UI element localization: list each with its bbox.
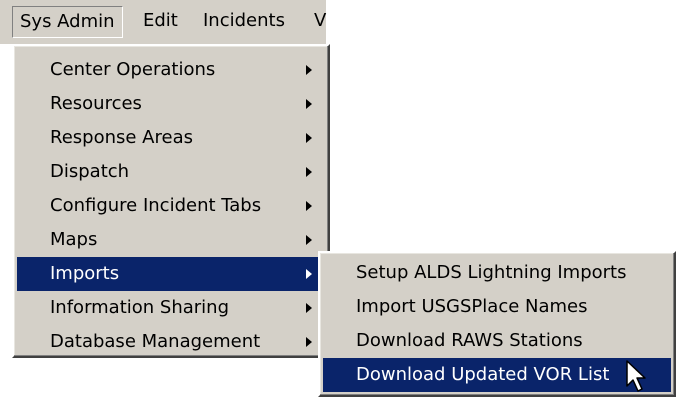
submenu-arrow-icon <box>306 269 312 279</box>
menu-item-database-management[interactable]: Database Management <box>17 325 325 359</box>
submenu-arrow-icon <box>306 235 312 245</box>
submenu-arrow-icon <box>306 167 312 177</box>
menu-item-label: Resources <box>50 93 142 114</box>
menu-item-label: Setup ALDS Lightning Imports <box>356 262 627 283</box>
menu-item-import-usgs-place-names[interactable]: Import USGSPlace Names <box>323 290 671 324</box>
menu-item-label: Download Updated VOR List <box>356 364 610 385</box>
menu-item-maps[interactable]: Maps <box>17 223 325 257</box>
menu-item-configure-incident-tabs[interactable]: Configure Incident Tabs <box>17 189 325 223</box>
mouse-pointer-icon <box>626 360 646 392</box>
menu-item-resources[interactable]: Resources <box>17 87 325 121</box>
menu-item-label: Information Sharing <box>50 297 230 318</box>
menu-view-partial-label: V <box>314 10 327 31</box>
menu-item-label: Response Areas <box>50 127 193 148</box>
menu-item-label: Configure Incident Tabs <box>50 195 262 216</box>
submenu-arrow-icon <box>306 201 312 211</box>
menu-item-dispatch[interactable]: Dispatch <box>17 155 325 189</box>
menu-item-label: Center Operations <box>50 59 216 80</box>
submenu-arrow-icon <box>306 133 312 143</box>
menu-bar: Sys Admin Edit Incidents V <box>0 0 326 44</box>
submenu-arrow-icon <box>306 99 312 109</box>
menu-edit[interactable]: Edit <box>143 6 178 38</box>
menu-incidents-label: Incidents <box>203 10 285 31</box>
menu-edit-label: Edit <box>143 10 178 31</box>
menu-item-label: Database Management <box>50 331 261 352</box>
menu-item-information-sharing[interactable]: Information Sharing <box>17 291 325 325</box>
menu-view-partial[interactable]: V <box>314 6 326 38</box>
menu-sys-admin[interactable]: Sys Admin <box>12 6 123 38</box>
imports-submenu: Setup ALDS Lightning Imports Import USGS… <box>318 251 676 397</box>
menu-item-label: Dispatch <box>50 161 130 182</box>
submenu-arrow-icon <box>306 65 312 75</box>
menu-item-download-raws-stations[interactable]: Download RAWS Stations <box>323 324 671 358</box>
menu-sys-admin-label: Sys Admin <box>20 11 115 32</box>
screen: Sys Admin Edit Incidents V Center Operat… <box>0 0 676 397</box>
menu-item-label: Download RAWS Stations <box>356 330 583 351</box>
submenu-arrow-icon <box>306 337 312 347</box>
menu-item-setup-alds-lightning-imports[interactable]: Setup ALDS Lightning Imports <box>323 256 671 290</box>
menu-item-label: Imports <box>50 263 120 284</box>
menu-item-response-areas[interactable]: Response Areas <box>17 121 325 155</box>
menu-item-label: Maps <box>50 229 98 250</box>
menu-item-imports[interactable]: Imports <box>17 257 325 291</box>
menu-incidents[interactable]: Incidents <box>203 6 285 38</box>
menu-item-center-operations[interactable]: Center Operations <box>17 53 325 87</box>
sysadmin-menu: Center Operations Resources Response Are… <box>12 44 330 358</box>
submenu-arrow-icon <box>306 303 312 313</box>
menu-item-download-updated-vor-list[interactable]: Download Updated VOR List <box>323 358 671 392</box>
menu-item-label: Import USGSPlace Names <box>356 296 588 317</box>
